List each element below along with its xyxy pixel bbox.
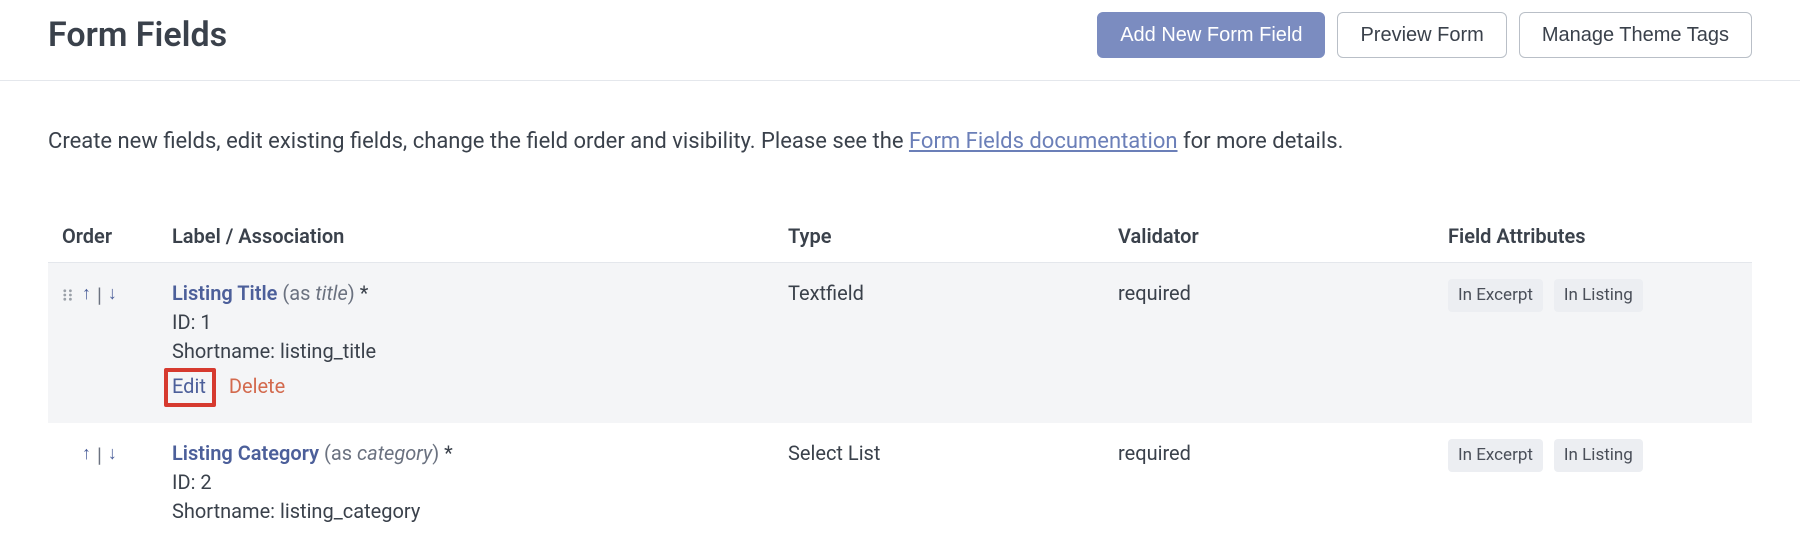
field-shortname-line: Shortname: listing_category	[172, 497, 788, 526]
page-header: Form Fields Add New Form Field Preview F…	[0, 0, 1800, 81]
attribute-badge: In Excerpt	[1448, 439, 1543, 472]
order-cell: ↑ | ↓	[62, 279, 172, 407]
required-star: *	[360, 281, 369, 305]
field-name-link[interactable]: Listing Title	[172, 281, 277, 305]
order-separator: |	[97, 281, 102, 310]
documentation-link[interactable]: Form Fields documentation	[909, 129, 1178, 154]
col-header-attrs: Field Attributes	[1448, 224, 1738, 248]
field-association-value: category	[357, 441, 432, 465]
preview-form-button[interactable]: Preview Form	[1337, 12, 1506, 58]
move-up-icon[interactable]: ↑	[82, 281, 91, 307]
type-cell: Textfield	[788, 279, 1118, 407]
intro-text: Create new fields, edit existing fields,…	[48, 129, 1752, 154]
move-up-icon[interactable]: ↑	[82, 441, 91, 467]
table-row: ↑ | ↓ Listing Title (as title) * ID: 1 S…	[48, 263, 1752, 423]
header-actions: Add New Form Field Preview Form Manage T…	[1097, 12, 1752, 58]
field-name-link[interactable]: Listing Category	[172, 441, 319, 465]
form-fields-table: Order Label / Association Type Validator…	[48, 224, 1752, 542]
table-row: ↑ | ↓ Listing Category (as category) * I…	[48, 423, 1752, 542]
validator-cell: required	[1118, 279, 1448, 407]
attributes-cell: In Excerpt In Listing	[1448, 439, 1738, 526]
order-separator: |	[97, 441, 102, 470]
content-area: Create new fields, edit existing fields,…	[0, 81, 1800, 542]
row-actions: Edit Delete	[172, 368, 788, 407]
drag-handle-icon[interactable]	[62, 281, 76, 295]
label-cell: Listing Title (as title) * ID: 1 Shortna…	[172, 279, 788, 407]
field-id-line: ID: 1	[172, 308, 788, 337]
field-association-close: )	[348, 281, 360, 305]
required-star: *	[444, 441, 453, 465]
edit-highlight-box: Edit	[164, 368, 216, 407]
field-association-open: (as	[277, 281, 315, 305]
intro-suffix: for more details.	[1178, 129, 1344, 154]
table-header-row: Order Label / Association Type Validator…	[48, 224, 1752, 263]
type-cell: Select List	[788, 439, 1118, 526]
move-down-icon[interactable]: ↓	[108, 441, 117, 467]
attributes-cell: In Excerpt In Listing	[1448, 279, 1738, 407]
add-new-form-field-button[interactable]: Add New Form Field	[1097, 12, 1325, 58]
field-association-close: )	[432, 441, 444, 465]
attribute-badge: In Excerpt	[1448, 279, 1543, 312]
field-id-line: ID: 2	[172, 468, 788, 497]
col-header-label: Label / Association	[172, 224, 788, 248]
move-down-icon[interactable]: ↓	[108, 281, 117, 307]
field-shortname-line: Shortname: listing_title	[172, 337, 788, 366]
edit-link[interactable]: Edit	[172, 374, 206, 398]
label-cell: Listing Category (as category) * ID: 2 S…	[172, 439, 788, 526]
validator-cell: required	[1118, 439, 1448, 526]
intro-prefix: Create new fields, edit existing fields,…	[48, 129, 909, 154]
col-header-order: Order	[62, 224, 172, 248]
field-association-value: title	[315, 281, 347, 305]
manage-theme-tags-button[interactable]: Manage Theme Tags	[1519, 12, 1752, 58]
attribute-badge: In Listing	[1554, 279, 1643, 312]
attribute-badge: In Listing	[1554, 439, 1643, 472]
col-header-validator: Validator	[1118, 224, 1448, 248]
field-association-open: (as	[319, 441, 357, 465]
order-cell: ↑ | ↓	[62, 439, 172, 526]
delete-link[interactable]: Delete	[229, 374, 285, 398]
col-header-type: Type	[788, 224, 1118, 248]
page-title: Form Fields	[48, 15, 227, 55]
